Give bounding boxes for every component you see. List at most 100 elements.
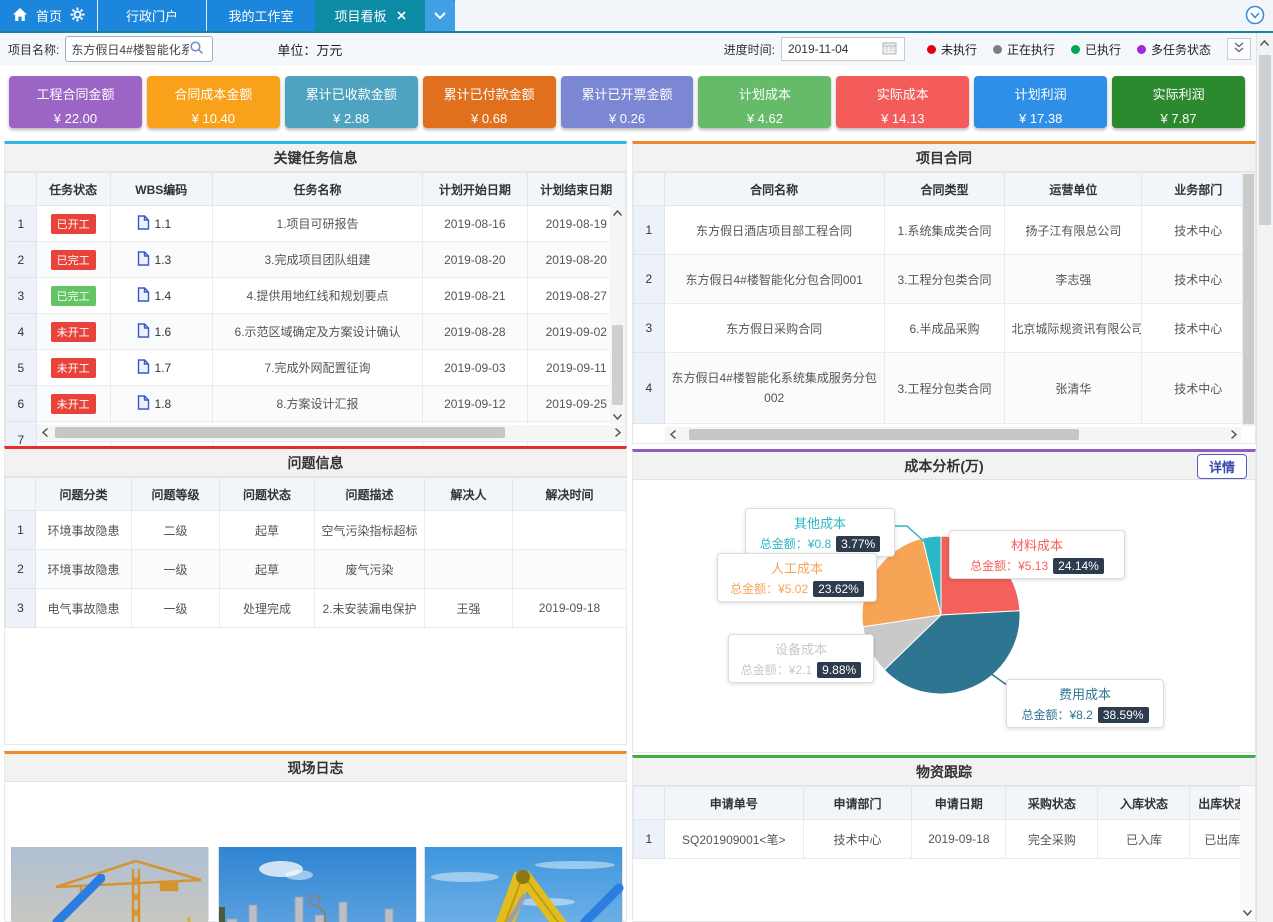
tasks-horizontal-scrollbar[interactable] <box>37 425 625 440</box>
scroll-up-icon[interactable] <box>610 205 625 220</box>
task-status-badge: 未开工 <box>51 358 96 378</box>
task-name-cell: 7.完成外网配置征询 <box>212 350 422 386</box>
column-header: 任务名称 <box>212 173 422 206</box>
issue-row[interactable]: 1环境事故隐患二级起草空气污染指标超标 <box>6 511 627 550</box>
inbound-status-cell: 已入库 <box>1098 820 1190 859</box>
scroll-up-icon[interactable] <box>1257 35 1272 50</box>
section-issues: 问题信息 问题分类问题等级问题状态问题描述解决人解决时间 1环境事故隐患二级起草… <box>4 446 627 745</box>
column-header: 运营单位 <box>1005 173 1142 206</box>
legend-item-多任务状态: 多任务状态 <box>1137 41 1211 58</box>
column-header: 问题状态 <box>220 478 315 511</box>
scroll-down-icon[interactable] <box>1240 905 1255 920</box>
contracts-horizontal-scrollbar[interactable] <box>665 427 1241 442</box>
project-name-label: 项目名称: <box>8 41 59 58</box>
issue-status-cell: 处理完成 <box>220 589 315 628</box>
contract-row[interactable]: 1东方假日酒店项目部工程合同1.系统集成类合同扬子江有限总公司技术中心 <box>634 206 1255 255</box>
home-label[interactable]: 首页 <box>36 6 62 25</box>
cost-detail-button[interactable]: 详情 <box>1197 454 1247 479</box>
progress-date-box[interactable] <box>781 37 905 61</box>
task-row[interactable]: 6未开工1.88.方案设计汇报2019-09-122019-09-25 <box>6 386 626 422</box>
tab-my-workspace[interactable]: 我的工作室 <box>207 0 315 31</box>
issue-status-cell: 起草 <box>220 511 315 550</box>
page-scrollbar-thumb[interactable] <box>1259 55 1271 225</box>
kpi-card[interactable]: 实际利润¥ 7.87 <box>1112 76 1245 128</box>
task-status-cell: 已完工 <box>36 278 110 314</box>
search-icon[interactable] <box>189 40 205 59</box>
scroll-right-icon[interactable] <box>610 425 625 440</box>
calendar-icon[interactable] <box>882 41 897 58</box>
task-row[interactable]: 5未开工1.77.完成外网配置征询2019-09-032019-09-11 <box>6 350 626 386</box>
material-row[interactable]: 1SQ201909001<笔>技术中心2019-09-18完全采购已入库已出库 <box>634 820 1255 859</box>
scroll-down-icon[interactable] <box>610 409 625 424</box>
task-start-date-cell: 2019-08-20 <box>423 242 528 278</box>
contract-row[interactable]: 4东方假日4#楼智能化系统集成服务分包0023.工程分包类合同张清华技术中心 <box>634 353 1255 424</box>
wbs-code: 1.8 <box>155 397 172 411</box>
collapse-toolbar-button[interactable] <box>1245 5 1265 25</box>
legend-item-未执行: 未执行 <box>927 41 977 58</box>
kpi-card[interactable]: 累计已开票金额¥ 0.26 <box>561 76 694 128</box>
task-row[interactable]: 4未开工1.66.示范区域确定及方案设计确认2019-08-282019-09-… <box>6 314 626 350</box>
home-icon[interactable] <box>12 7 28 25</box>
scroll-left-icon[interactable] <box>37 425 52 440</box>
file-icon[interactable] <box>137 251 150 269</box>
contract-row[interactable]: 3东方假日采购合同6.半成品采购北京城际规资讯有限公司技术中心 <box>634 304 1255 353</box>
site-photo-tower-crane[interactable] <box>11 847 208 922</box>
pie-label-other-cost: 其他成本 总金额：¥0.83.77% <box>745 508 895 557</box>
scroll-right-icon[interactable] <box>1226 427 1241 442</box>
issue-status-cell: 起草 <box>220 550 315 589</box>
tasks-vertical-scrollbar[interactable] <box>610 205 625 424</box>
tab-admin-portal[interactable]: 行政门户 <box>98 0 206 31</box>
file-icon[interactable] <box>137 287 150 305</box>
file-icon[interactable] <box>137 359 150 377</box>
site-photo-concrete-pillars[interactable] <box>219 847 416 922</box>
column-header <box>634 173 665 206</box>
kpi-card[interactable]: 工程合同金额¥ 22.00 <box>9 76 142 128</box>
tab-project-board[interactable]: 项目看板 <box>315 0 425 31</box>
legend-dot-icon <box>1137 45 1146 54</box>
file-icon[interactable] <box>137 323 150 341</box>
issue-row[interactable]: 2环境事故隐患一级起草废气污染 <box>6 550 627 589</box>
gear-icon[interactable] <box>70 7 85 25</box>
kpi-card[interactable]: 计划利润¥ 17.38 <box>974 76 1107 128</box>
carousel-prev-icon[interactable] <box>49 874 105 922</box>
kpi-card[interactable]: 累计已收款金额¥ 2.88 <box>285 76 418 128</box>
kpi-card[interactable]: 计划成本¥ 4.62 <box>698 76 831 128</box>
kpi-card-value: ¥ 22.00 <box>9 111 142 126</box>
kpi-card[interactable]: 实际成本¥ 14.13 <box>836 76 969 128</box>
contracts-vertical-scrollbar[interactable] <box>1242 172 1255 426</box>
expand-filters-button[interactable] <box>1227 38 1251 60</box>
contract-row[interactable]: 2东方假日4#楼智能化分包合同0013.工程分包类合同李志强技术中心 <box>634 255 1255 304</box>
progress-date-input[interactable] <box>782 42 876 56</box>
task-name-cell: 4.提供用地红线和规划要点 <box>212 278 422 314</box>
kpi-card[interactable]: 累计已付款金额¥ 0.68 <box>423 76 556 128</box>
task-row[interactable]: 1已开工1.11.项目可研报告2019-08-162019-08-19 <box>6 206 626 242</box>
scroll-left-icon[interactable] <box>665 427 680 442</box>
section-cost-analysis: 成本分析(万) 详情 其他成本 总金额：¥0.83.77% 人工成本 总金额：¥… <box>632 449 1256 753</box>
task-status-badge: 未开工 <box>51 394 96 414</box>
contract-name-cell: 东方假日4#楼智能化分包合同001 <box>664 255 884 304</box>
kpi-card-label: 计划成本 <box>698 84 831 103</box>
wbs-code: 1.6 <box>155 325 172 339</box>
kpi-card[interactable]: 合同成本金额¥ 10.40 <box>147 76 280 128</box>
section-title-contracts: 项目合同 <box>633 144 1255 172</box>
home-area[interactable]: 首页 <box>0 0 97 31</box>
file-icon[interactable] <box>137 215 150 233</box>
carousel-next-icon[interactable] <box>579 874 625 922</box>
business-dept-cell: 技术中心 <box>1142 206 1255 255</box>
business-dept-cell: 技术中心 <box>1142 304 1255 353</box>
tab-list-dropdown[interactable] <box>425 0 455 31</box>
project-search-input[interactable] <box>66 42 189 56</box>
page-scrollbar[interactable] <box>1256 33 1273 922</box>
operating-unit-cell: 李志强 <box>1005 255 1142 304</box>
column-header: 计划开始日期 <box>423 173 528 206</box>
close-icon[interactable] <box>397 8 406 23</box>
task-row[interactable]: 2已完工1.33.完成项目团队组建2019-08-202019-08-20 <box>6 242 626 278</box>
kpi-card-label: 累计已收款金额 <box>285 84 418 103</box>
project-search-box[interactable] <box>65 36 213 62</box>
materials-vertical-scrollbar[interactable] <box>1240 786 1255 920</box>
issue-row[interactable]: 3电气事故隐患一级处理完成2.未安装漏电保护王强2019-09-18 <box>6 589 627 628</box>
purchase-status-cell: 完全采购 <box>1006 820 1098 859</box>
column-header <box>6 173 37 206</box>
file-icon[interactable] <box>137 395 150 413</box>
task-row[interactable]: 3已完工1.44.提供用地红线和规划要点2019-08-212019-08-27 <box>6 278 626 314</box>
